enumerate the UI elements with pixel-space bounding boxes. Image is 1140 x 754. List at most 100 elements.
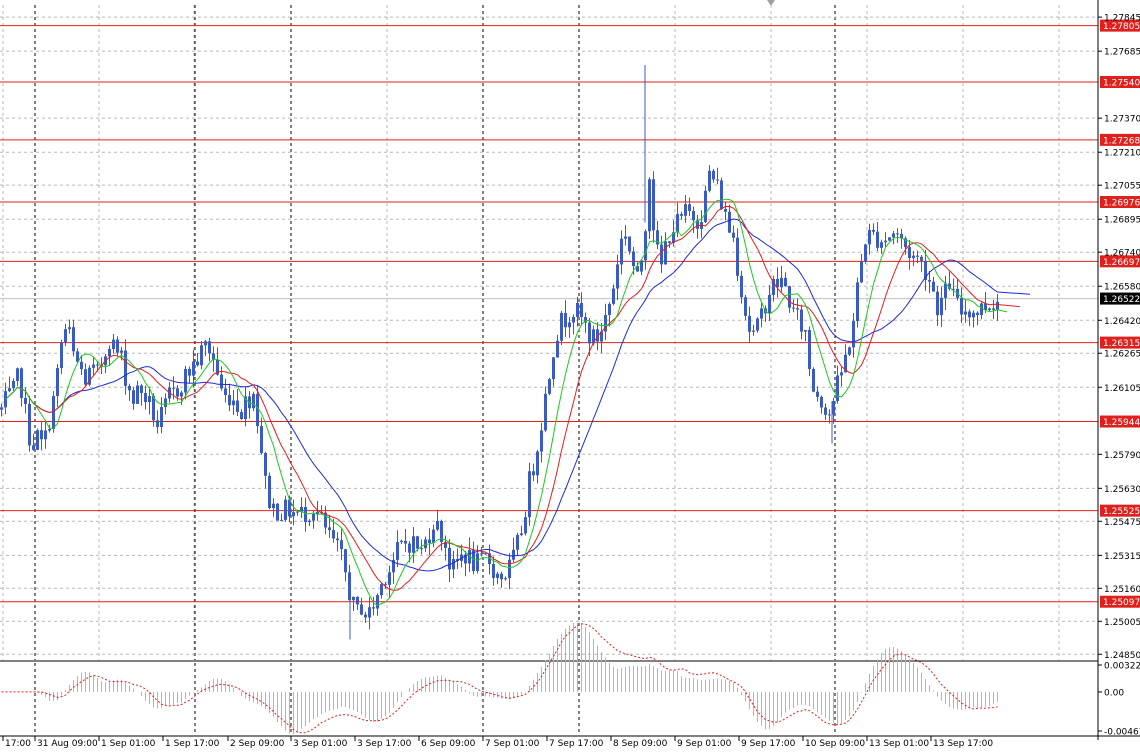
candle-body [240, 411, 243, 420]
candle-body [200, 345, 203, 366]
osc-y-tick-label: 0.00322 [1104, 662, 1140, 672]
candle-body [796, 308, 799, 310]
candle-body [328, 527, 331, 531]
candle-body [736, 237, 739, 276]
candle-body [208, 341, 211, 354]
price-level-label: 1.27540 [1103, 79, 1140, 89]
x-tick-label: 8 Sep 09:00 [613, 739, 668, 749]
candle-body [312, 514, 315, 521]
candle-body [804, 329, 807, 332]
candle-body [912, 255, 915, 259]
candle-body [728, 211, 731, 233]
candle-body [280, 519, 283, 521]
candle-body [164, 398, 167, 408]
candle-body [712, 170, 715, 180]
candle-body [808, 329, 811, 370]
candle-body [112, 339, 115, 349]
candle-body [840, 372, 843, 376]
price-level-label: 1.27268 [1103, 136, 1140, 146]
candle-body [20, 368, 23, 398]
candle-body [968, 311, 971, 318]
x-tick-label: 13 Sep 17:00 [933, 739, 993, 749]
candle-body [916, 255, 919, 257]
y-tick-label: 1.25315 [1104, 552, 1140, 562]
candle-body [836, 375, 839, 402]
candle-body [616, 264, 619, 289]
candle-body [528, 471, 531, 518]
candle-body [920, 256, 923, 261]
candle-body [416, 536, 419, 549]
candle-body [800, 309, 803, 332]
candle-body [204, 341, 207, 346]
x-tick-label: 1 Sep 01:00 [101, 739, 156, 749]
candle-body [432, 529, 435, 543]
candle-body [520, 533, 523, 536]
price-level-label: 1.26315 [1103, 339, 1140, 349]
candle-body [228, 395, 231, 406]
y-tick-label: 1.25005 [1104, 618, 1140, 628]
candle-body [692, 211, 695, 221]
candle-body [640, 260, 643, 272]
candle-body [888, 237, 891, 241]
candle-body [936, 291, 939, 316]
candle-body [220, 374, 223, 389]
candle-body [500, 573, 503, 580]
x-tick-label: 7 Sep 17:00 [549, 739, 604, 749]
candle-body [676, 214, 679, 233]
candle-body [24, 397, 27, 404]
candle-body [624, 236, 627, 239]
candle-body [548, 379, 551, 394]
candle-body [476, 553, 479, 572]
osc-y-tick-label: -0.00467 [1104, 728, 1140, 738]
candle-body [944, 283, 947, 298]
candle-body [880, 242, 883, 248]
candle-body [408, 543, 411, 553]
y-tick-label: 1.25630 [1104, 485, 1140, 495]
candle-body [652, 179, 655, 231]
candle-body [960, 297, 963, 315]
candle-body [132, 390, 135, 404]
candle-body [540, 430, 543, 452]
y-tick-label: 1.26895 [1104, 216, 1140, 226]
price-level-label: 1.25097 [1103, 598, 1140, 608]
candle-body [720, 180, 723, 210]
x-tick-label: 7 Sep 01:00 [485, 739, 540, 749]
candle-body [396, 542, 399, 560]
candle-body [420, 548, 423, 550]
candle-body [544, 393, 547, 431]
candle-body [860, 261, 863, 283]
price-chart[interactable]: 1.278051.275401.272681.269761.266971.263… [0, 0, 1140, 754]
candle-body [72, 327, 75, 352]
candle-body [632, 251, 635, 267]
candle-body [172, 387, 175, 389]
candle-body [928, 279, 931, 282]
candle-body [304, 506, 307, 523]
candle-body [504, 578, 507, 580]
x-tick-label: 17:00 [5, 739, 31, 749]
candle-body [664, 241, 667, 265]
candle-body [576, 302, 579, 317]
candle-body [552, 357, 555, 380]
candle-body [496, 573, 499, 578]
candle-body [760, 308, 763, 319]
candle-body [996, 301, 999, 310]
x-tick-label: 9 Sep 01:00 [677, 739, 732, 749]
candle-body [816, 391, 819, 397]
price-level-label: 1.25944 [1103, 418, 1140, 428]
candle-body [680, 214, 683, 216]
candle-body [752, 330, 755, 332]
x-tick-label: 6 Sep 09:00 [421, 739, 476, 749]
price-level-label: 1.25525 [1103, 507, 1140, 517]
candle-body [40, 430, 43, 440]
candle-body [972, 312, 975, 318]
candle-body [724, 209, 727, 212]
y-tick-label: 1.26265 [1104, 350, 1140, 360]
candle-body [884, 240, 887, 243]
candle-body [732, 232, 735, 238]
candle-body [820, 396, 823, 408]
candle-body [992, 308, 995, 310]
candle-body [784, 277, 787, 287]
candle-body [628, 236, 631, 252]
candle-body [232, 400, 235, 406]
candle-body [356, 596, 359, 605]
